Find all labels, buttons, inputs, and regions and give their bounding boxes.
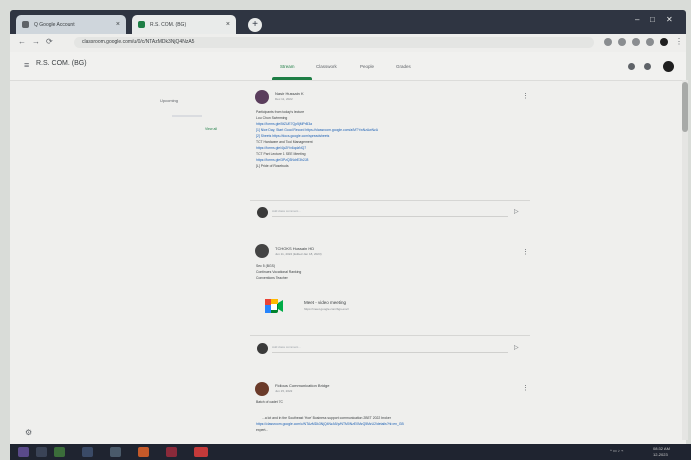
- settings-gear-icon[interactable]: [628, 63, 635, 70]
- stream-post: Fidious Communication Bridge Jun 15, 202…: [250, 378, 530, 442]
- tab-people[interactable]: People: [360, 64, 374, 69]
- post-link[interactable]: https://forms.gle/5tZUE7Qp5jMPrB3a: [256, 122, 312, 126]
- apps-grid-icon[interactable]: [644, 63, 651, 70]
- post-link[interactable]: https://forms.gle/3PzQ3NdrE3h2J8: [256, 158, 308, 162]
- class-name[interactable]: R.S. COM. (BG): [36, 60, 87, 67]
- google-meet-icon: [265, 299, 283, 313]
- clock-date[interactable]: 12-2023: [653, 452, 668, 457]
- browser-tab-strip: Q Google Account × R.S. COM. (BG) × + – …: [10, 10, 686, 34]
- tab-stream[interactable]: Stream: [280, 64, 295, 69]
- post-date: Jun 11, 2022 (Edited Jan 18, 2023): [275, 252, 322, 256]
- meet-attachment[interactable]: Meet - video meeting https://meet.google…: [256, 292, 396, 322]
- stream-post: Nasir Hussain K Dec 11, 2022 ⋮ Participa…: [250, 86, 530, 226]
- post-link[interactable]: https://classroom.google.com/c/NTAzMDk3N…: [256, 422, 404, 426]
- classroom-favicon-icon: [138, 21, 145, 28]
- author-avatar: [255, 244, 269, 258]
- forward-arrow-icon[interactable]: →: [32, 37, 40, 46]
- post-date: Dec 11, 2022: [275, 97, 293, 101]
- search-icon[interactable]: [36, 447, 47, 457]
- post-text-line: Batch of cadet 7C: [256, 400, 283, 404]
- app-header: ≡ R.S. COM. (BG) Stream Classwork People…: [10, 52, 686, 81]
- scrollbar-track[interactable]: [682, 80, 688, 440]
- post-date: Jun 15, 2022: [275, 389, 293, 393]
- browser-tab-classroom[interactable]: R.S. COM. (BG) ×: [132, 15, 236, 34]
- close-window-icon[interactable]: ✕: [666, 15, 673, 24]
- attachment-url: https://meet.google.com/bgs-exvz: [304, 307, 349, 311]
- app-icon[interactable]: [166, 447, 177, 457]
- profile-avatar-icon[interactable]: [660, 38, 668, 46]
- upcoming-placeholder-line: [172, 115, 202, 117]
- clock-time[interactable]: 08:32 AM: [653, 446, 670, 451]
- settings-icon[interactable]: ⚙: [25, 428, 32, 437]
- zoom-icon[interactable]: [604, 38, 612, 46]
- google-favicon-icon: [22, 21, 29, 28]
- extensions-icon[interactable]: [646, 38, 654, 46]
- post-link[interactable]: https://forms.gle/4jc2lYv6qdzNQ7: [256, 146, 306, 150]
- post-text-line: Lou Chun Swimming: [256, 116, 288, 120]
- reload-icon[interactable]: ⟳: [46, 37, 53, 46]
- post-options-icon[interactable]: ⋮: [522, 248, 529, 256]
- post-author: Nasir Hussain K: [275, 91, 304, 96]
- system-tray-icons[interactable]: ^ ▭ ♪ ⌁: [610, 448, 623, 453]
- attachment-title: Meet - video meeting: [304, 300, 347, 305]
- share-icon[interactable]: [618, 38, 626, 46]
- comment-avatar: [257, 207, 268, 218]
- start-button-icon[interactable]: [18, 447, 29, 457]
- post-link[interactable]: [2] Sheets https://docs.google.com/sprea…: [256, 134, 329, 138]
- post-text-line: ...a lot and in the Southeast 'Hoe' Busi…: [262, 416, 391, 420]
- new-tab-button[interactable]: +: [248, 18, 262, 32]
- send-comment-icon[interactable]: ▷: [514, 208, 519, 215]
- send-comment-icon[interactable]: ▷: [514, 344, 519, 351]
- tab-label: Q Google Account: [34, 21, 75, 28]
- post-text-line: TCT Part Lecture 1 SEE Meeting: [256, 152, 306, 156]
- browser-menu-icon[interactable]: ⋮: [675, 37, 683, 46]
- view-all-link[interactable]: View all: [205, 127, 217, 131]
- author-avatar: [255, 90, 269, 104]
- post-text-line: Conventions Teacher: [256, 276, 288, 280]
- address-bar-row: ← → ⟳ classroom.google.com/u/0/c/NTAzMDk…: [10, 34, 686, 52]
- bookmark-star-icon[interactable]: [632, 38, 640, 46]
- post-text-line: Sec 5 (BGS): [256, 264, 276, 268]
- post-options-icon[interactable]: ⋮: [522, 92, 529, 100]
- post-options-icon[interactable]: ⋮: [522, 384, 529, 392]
- main-menu-icon[interactable]: ≡: [24, 60, 29, 70]
- url-field[interactable]: classroom.google.com/u/0/c/NTAzMDk3NjQ4N…: [74, 37, 594, 48]
- active-tab-indicator: [272, 77, 312, 80]
- chrome-app-icon[interactable]: [194, 447, 208, 457]
- post-text-line: expert...: [256, 428, 269, 432]
- browser-tab-google-account[interactable]: Q Google Account ×: [16, 15, 126, 34]
- back-arrow-icon[interactable]: ←: [18, 37, 26, 46]
- app-icon[interactable]: [110, 447, 121, 457]
- close-tab-icon[interactable]: ×: [226, 21, 230, 28]
- app-icon[interactable]: [138, 447, 149, 457]
- app-icon[interactable]: [54, 447, 65, 457]
- tab-grades[interactable]: Grades: [396, 64, 411, 69]
- post-author: TCHOKS Hussain HD: [275, 246, 315, 251]
- comment-divider: [250, 200, 530, 201]
- close-tab-icon[interactable]: ×: [116, 21, 120, 28]
- windows-taskbar: ^ ▭ ♪ ⌁ 08:32 AM 12-2023: [10, 444, 691, 460]
- author-avatar: [255, 382, 269, 396]
- post-text-line: TCT Hardware and Tool Management: [256, 140, 313, 144]
- tab-classwork[interactable]: Classwork: [316, 64, 337, 69]
- minimize-icon[interactable]: –: [635, 15, 639, 24]
- app-icon[interactable]: [82, 447, 93, 457]
- comment-avatar: [257, 343, 268, 354]
- post-text-line: Continues Vocational Ranking: [256, 270, 302, 274]
- stream-post: TCHOKS Hussain HD Jun 11, 2022 (Edited J…: [250, 240, 530, 370]
- post-link[interactable]: [1] Nice Day, Start Good Record https://…: [256, 128, 378, 132]
- maximize-icon[interactable]: □: [650, 15, 655, 24]
- upcoming-title: Upcoming: [160, 98, 179, 103]
- post-author: Fidious Communication Bridge: [275, 383, 330, 388]
- tab-label: R.S. COM. (BG): [150, 21, 187, 28]
- comment-input[interactable]: Add class comment...: [272, 343, 508, 353]
- post-text-line: [L] Pride of Rosebuds: [256, 164, 289, 168]
- scrollbar-thumb[interactable]: [682, 82, 688, 132]
- post-text-line: Participants from today's lecture: [256, 110, 305, 114]
- comment-input[interactable]: Add class comment...: [272, 207, 508, 217]
- comment-divider: [250, 335, 530, 336]
- account-avatar[interactable]: [663, 61, 674, 72]
